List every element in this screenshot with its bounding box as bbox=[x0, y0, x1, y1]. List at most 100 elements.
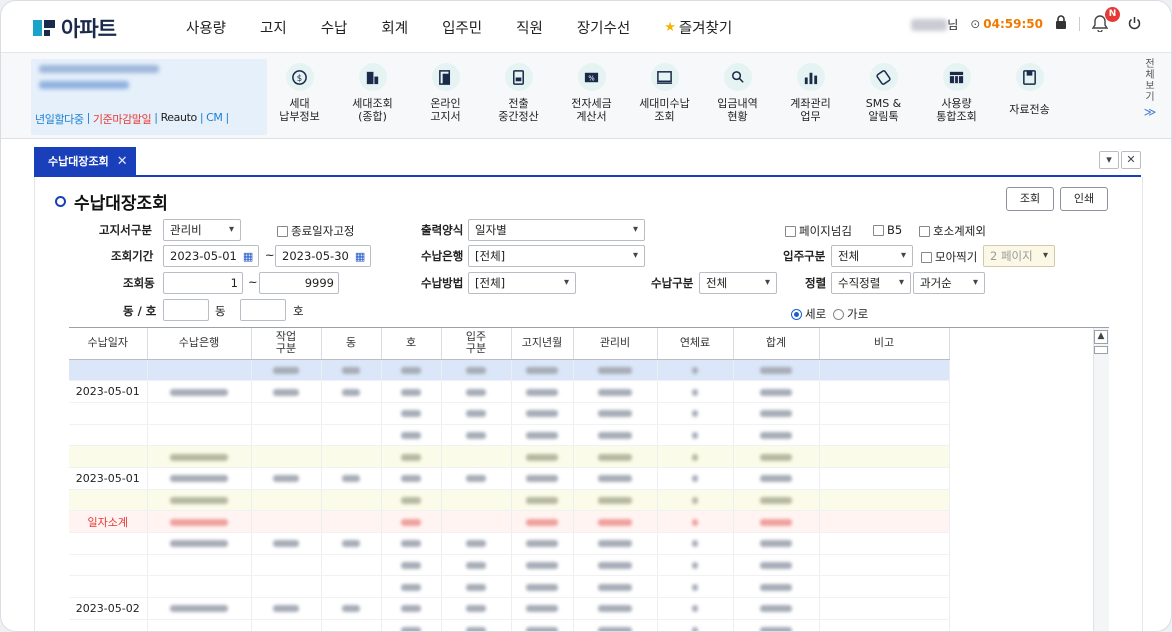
table-row[interactable]: 2023-05-02 bbox=[69, 597, 950, 620]
vertical-radio[interactable]: 세로 bbox=[791, 306, 826, 322]
column-header[interactable]: 수납일자 bbox=[69, 328, 148, 360]
redacted-cell bbox=[511, 575, 574, 599]
user-name[interactable]: 님 bbox=[911, 16, 958, 33]
view-all-button[interactable]: 전체보기 ≫ bbox=[1141, 59, 1159, 118]
exclude-unit-total-checkbox[interactable]: 호소계제외 bbox=[919, 223, 986, 239]
redacted-cell bbox=[321, 489, 382, 512]
logo[interactable]: 아파트 bbox=[33, 13, 117, 43]
calendar-icon[interactable]: ▦ bbox=[243, 247, 253, 267]
status-link-reauto[interactable]: Reauto bbox=[161, 111, 198, 127]
nav-item-staff[interactable]: 직원 bbox=[516, 17, 543, 38]
close-icon[interactable]: ✕ bbox=[117, 154, 128, 169]
quick-menu-item[interactable]: 세대조회 (종합) bbox=[336, 63, 409, 123]
table-row[interactable] bbox=[69, 402, 950, 425]
column-header[interactable]: 합계 bbox=[733, 328, 820, 360]
nav-item-accounting[interactable]: 회계 bbox=[381, 17, 408, 38]
notice-type-select[interactable]: 관리비 bbox=[163, 219, 241, 241]
table-row[interactable] bbox=[69, 554, 950, 577]
table-row[interactable] bbox=[69, 359, 950, 382]
quick-menu-sublabel: 조회 bbox=[654, 110, 675, 123]
quick-menu-item[interactable]: 입금내역 현황 bbox=[701, 63, 774, 123]
lock-icon[interactable] bbox=[1055, 15, 1067, 33]
quick-menu-item[interactable]: 온라인 고지서 bbox=[409, 63, 482, 123]
column-header[interactable]: 비고 bbox=[819, 328, 950, 360]
quick-menu-item[interactable]: 계좌관리 업무 bbox=[774, 63, 847, 123]
b5-checkbox[interactable]: B5 bbox=[873, 223, 902, 237]
quick-menu-item[interactable]: SMS & 알림톡 bbox=[847, 63, 920, 123]
column-header[interactable]: 수납은행 bbox=[147, 328, 252, 360]
redacted-cell bbox=[657, 619, 734, 631]
quick-menu-item[interactable]: 사용량 통합조회 bbox=[920, 63, 993, 123]
nav-item-notice[interactable]: 고지 bbox=[260, 17, 287, 38]
scroll-thumb[interactable] bbox=[1094, 346, 1108, 354]
payment-date-cell bbox=[69, 532, 148, 555]
nav-item-favorites[interactable]: ★ 즐겨찾기 bbox=[664, 17, 732, 38]
column-header[interactable]: 고지년월 bbox=[511, 328, 574, 360]
column-header[interactable]: 작업 구분 bbox=[251, 328, 322, 360]
column-header[interactable]: 관리비 bbox=[573, 328, 658, 360]
redacted-cell bbox=[251, 402, 322, 425]
bell-icon[interactable]: N bbox=[1091, 7, 1120, 33]
column-header[interactable]: 연체료 bbox=[657, 328, 734, 360]
calendar-icon[interactable]: ▦ bbox=[355, 247, 365, 267]
sort-order-select[interactable]: 과거순 bbox=[913, 272, 985, 294]
print-button[interactable]: 인쇄 bbox=[1060, 187, 1108, 211]
table-row[interactable] bbox=[69, 532, 950, 555]
table-row[interactable] bbox=[69, 445, 950, 468]
dong-input[interactable] bbox=[163, 299, 209, 321]
column-header[interactable]: 동 bbox=[321, 328, 382, 360]
period-from-input[interactable]: 2023-05-01 ▦ bbox=[163, 245, 259, 267]
column-header[interactable]: 호 bbox=[381, 328, 442, 360]
quick-menu-item[interactable]: 자료전송 bbox=[993, 63, 1066, 123]
quick-menu-item[interactable]: 전출 중간정산 bbox=[482, 63, 555, 123]
collect-pages-select[interactable]: 2 페이지 bbox=[983, 245, 1055, 267]
dong-from-input[interactable]: 1 bbox=[163, 272, 243, 294]
quick-menu-item[interactable]: $ 세대 납부정보 bbox=[263, 63, 336, 123]
ho-input[interactable] bbox=[240, 299, 286, 321]
dong-to-input[interactable]: 9999 bbox=[259, 272, 339, 294]
nav-item-long-term-repair[interactable]: 장기수선 bbox=[577, 17, 630, 38]
sort-select[interactable]: 수직정렬 bbox=[831, 272, 911, 294]
vertical-scrollbar[interactable]: ▲ bbox=[1093, 328, 1109, 631]
redacted-cell bbox=[573, 619, 658, 631]
nav-item-residents[interactable]: 입주민 bbox=[442, 17, 482, 38]
status-link-yearly[interactable]: 년일할다중 bbox=[35, 111, 84, 127]
collect-print-checkbox[interactable]: 모아찍기 bbox=[921, 249, 977, 265]
redacted-cell bbox=[147, 445, 252, 468]
redacted-cell bbox=[733, 402, 820, 425]
table-row[interactable] bbox=[69, 424, 950, 447]
table-row[interactable]: 2023-05-01 bbox=[69, 467, 950, 490]
page-break-checkbox[interactable]: 페이지넘김 bbox=[785, 223, 852, 239]
table-row[interactable] bbox=[69, 489, 950, 512]
tab-menu-button[interactable]: ▾ bbox=[1099, 151, 1119, 169]
status-link-deadline[interactable]: 기준마감말일 bbox=[93, 111, 152, 127]
quick-menu-label: 세대조회 bbox=[352, 97, 393, 110]
quick-menu-item[interactable]: 세대미수납 조회 bbox=[628, 63, 701, 123]
table-row[interactable] bbox=[69, 619, 950, 631]
redacted-cell bbox=[147, 424, 252, 447]
nav-item-usage[interactable]: 사용량 bbox=[186, 17, 226, 38]
column-header[interactable]: 입주 구분 bbox=[441, 328, 512, 360]
session-timer[interactable]: ⊙ 04:59:50 bbox=[970, 17, 1043, 31]
tab-payment-ledger[interactable]: 수납대장조회 ✕ bbox=[34, 147, 136, 175]
period-to-input[interactable]: 2023-05-30 ▦ bbox=[275, 245, 371, 267]
status-link-cm[interactable]: CM bbox=[206, 111, 223, 127]
power-icon[interactable] bbox=[1128, 16, 1141, 33]
resident-type-select[interactable]: 전체 bbox=[831, 245, 913, 267]
search-button[interactable]: 조회 bbox=[1006, 187, 1054, 211]
table-row[interactable]: 일자소계 bbox=[69, 510, 950, 533]
resident-type-label: 입주구분 bbox=[783, 249, 826, 263]
table-row[interactable]: 2023-05-01 bbox=[69, 380, 950, 403]
close-all-tabs-button[interactable]: ✕ bbox=[1121, 151, 1141, 169]
scroll-up-arrow-icon[interactable]: ▲ bbox=[1094, 330, 1108, 344]
horizontal-radio[interactable]: 가로 bbox=[833, 306, 868, 322]
quick-menu-item[interactable]: % 전자세금 계산서 bbox=[555, 63, 628, 123]
bank-select[interactable]: [전체] bbox=[468, 245, 645, 267]
method-select[interactable]: [전체] bbox=[468, 272, 576, 294]
nav-item-payment[interactable]: 수납 bbox=[321, 17, 348, 38]
fix-end-date-checkbox[interactable]: 종료일자고정 bbox=[277, 223, 354, 239]
table-row[interactable] bbox=[69, 575, 950, 599]
payment-type-select[interactable]: 전체 bbox=[699, 272, 777, 294]
output-format-select[interactable]: 일자별 bbox=[468, 219, 645, 241]
redacted-cell bbox=[657, 445, 734, 468]
